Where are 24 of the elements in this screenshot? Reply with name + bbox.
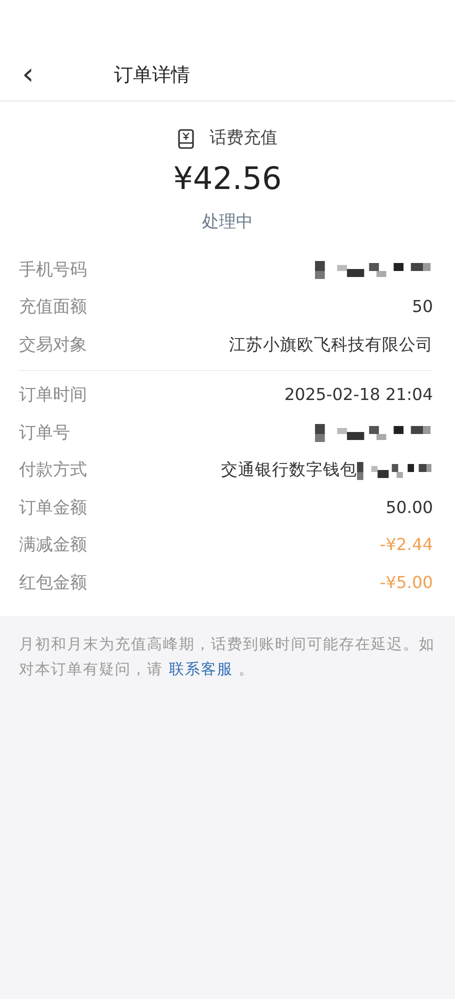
order-category: 话费充值 [210,127,278,150]
row-value: -¥2.44 [380,534,433,556]
row-value: 50.00 [386,496,433,519]
contact-support-link[interactable]: 联系客服 [168,660,233,678]
phone-bill-icon [178,128,194,149]
row-label: 付款方式 [19,459,87,482]
row-value: 交通银行数字钱包 [221,459,357,482]
row-value: 50 [412,296,433,318]
row-label: 交易对象 [19,334,87,356]
row-label: 订单号 [19,422,70,444]
notice-text: 月初和月末为充值高峰期，话费到账时间可能存在延迟。如对本订单有疑问，请 联系客服 。 [18,634,436,680]
row-value: 江苏小旗欧飞科技有限公司 [229,334,433,356]
order-status: 处理中 [201,211,254,234]
row-value: -¥5.00 [380,572,433,594]
order-amount: ¥42.56 [172,160,283,198]
row-label: 充值面额 [19,296,87,319]
row-label: 订单时间 [19,384,87,407]
row-label: 红包金额 [19,572,87,594]
row-label: 手机号码 [19,258,87,282]
row-label: 订单金额 [19,496,87,520]
page-title: 订单详情 [114,62,190,88]
back-button[interactable]: ‹ [12,60,44,90]
row-label: 满减金额 [19,534,87,557]
row-value: 2025-02-18 21:04 [284,384,433,406]
